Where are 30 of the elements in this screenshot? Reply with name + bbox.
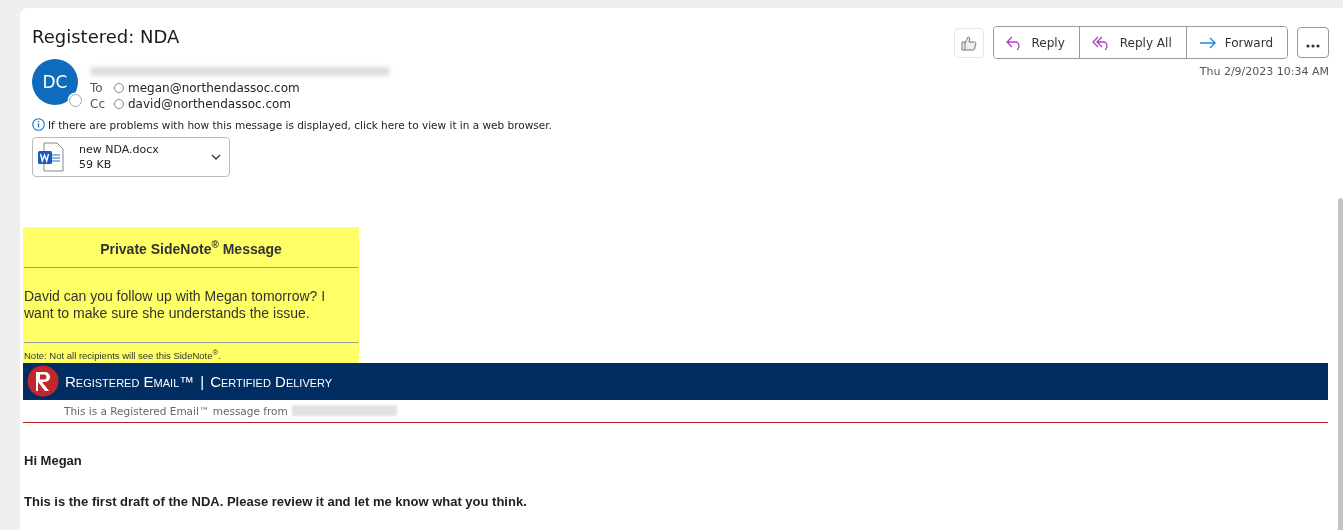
service-name: Certified Delivery bbox=[210, 372, 333, 390]
info-icon bbox=[32, 118, 45, 131]
attachment-size: 59 KB bbox=[79, 157, 113, 172]
attachment-name: new NDA.docx bbox=[79, 142, 159, 157]
recipient-address[interactable]: megan@northendassoc.com bbox=[128, 80, 300, 96]
sidenote-title: Private SideNote$^{®}$ Message bbox=[24, 227, 358, 268]
body-paragraph: Hi Megan bbox=[24, 452, 83, 468]
cc-label: Cc bbox=[90, 96, 106, 112]
info-message[interactable]: If there are problems with how this message is displayed, click here to view it in a web browser. bbox=[48, 118, 552, 131]
presence-icon bbox=[69, 94, 82, 107]
sidenote-note: Note: Not all recipients will see this SideNote$^{®}$. bbox=[24, 341, 358, 363]
ellipsis-icon bbox=[1306, 43, 1320, 48]
like-button[interactable] bbox=[953, 27, 984, 58]
to-label: To bbox=[90, 80, 104, 96]
brand-name: Registered Email™ bbox=[65, 372, 195, 390]
recipient-address[interactable]: david@northendassoc.com bbox=[128, 96, 292, 112]
body-paragraph: This is the first draft of the NDA. Please review it and let me know what you think. bbox=[24, 493, 528, 509]
forward-button[interactable]: Forward bbox=[1185, 27, 1287, 58]
r-logo-icon bbox=[27, 365, 59, 398]
separator: | bbox=[200, 372, 205, 390]
registered-from-text: This is a Registered Email™ message from bbox=[64, 404, 288, 417]
word-document-icon bbox=[37, 142, 65, 172]
thumbs-up-icon bbox=[960, 34, 977, 51]
message-date: Thu 2/9/2023 10:34 AM bbox=[1199, 65, 1329, 78]
more-options-button[interactable] bbox=[1297, 27, 1329, 58]
forward-arrow-icon bbox=[1198, 36, 1217, 49]
chevron-down-icon[interactable] bbox=[211, 154, 221, 160]
attachment-card[interactable]: new NDA.docx 59 KB bbox=[32, 137, 230, 177]
message-subject: Registered: NDA bbox=[32, 26, 181, 47]
sidenote-message: David can you follow up with Megan tomorrow? I want to make sure she understands the issue. bbox=[24, 286, 327, 323]
